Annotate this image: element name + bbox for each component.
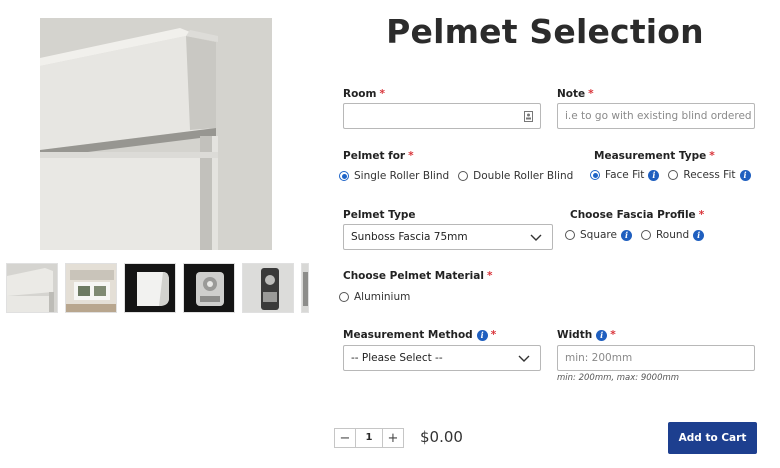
measurement-type-label: Measurement Type *	[594, 150, 715, 162]
pelmet-for-options: Single Roller Blind Double Roller Blind	[339, 170, 582, 182]
fascia-profile-label: Choose Fascia Profile *	[570, 209, 704, 221]
option-label: Aluminium	[354, 291, 411, 303]
measurement-method-label: Measurement Method i *	[343, 329, 496, 341]
thumbnail-3[interactable]	[124, 263, 176, 313]
required-mark: *	[610, 329, 616, 341]
required-mark: *	[379, 88, 385, 100]
radio-selected[interactable]	[339, 171, 349, 181]
width-hint: min: 200mm, max: 9000mm	[557, 373, 680, 383]
note-placeholder: i.e to go with existing blind ordered	[565, 110, 752, 122]
pelmet-material-option-aluminium[interactable]: Aluminium	[339, 291, 410, 303]
fascia-profile-option-square[interactable]: Square i	[565, 229, 632, 241]
width-input[interactable]: min: 200mm	[557, 345, 755, 371]
required-mark: *	[709, 150, 715, 162]
option-label: Round	[655, 229, 690, 241]
radio[interactable]	[640, 230, 651, 240]
measurement-type-label-text: Measurement Type	[594, 150, 707, 162]
required-mark: *	[588, 88, 594, 100]
room-label: Room *	[343, 88, 385, 100]
pelmet-type-value: Sunboss Fascia 75mm	[351, 231, 468, 243]
pelmet-material-options: Aluminium	[339, 291, 419, 303]
radio[interactable]	[668, 170, 679, 180]
info-icon[interactable]: i	[596, 329, 608, 341]
info-icon[interactable]: i	[648, 169, 660, 181]
measurement-type-option-face-fit[interactable]: Face Fit i	[590, 169, 660, 181]
decrement-button[interactable]: −	[335, 431, 355, 446]
quantity-stepper: − 1 +	[334, 428, 404, 448]
fascia-profile-label-text: Choose Fascia Profile	[570, 209, 696, 221]
note-label: Note *	[557, 88, 594, 100]
note-label-text: Note	[557, 88, 586, 100]
pelmet-material-label-text: Choose Pelmet Material	[343, 270, 484, 282]
required-mark: *	[486, 270, 493, 282]
measurement-type-options: Face Fit i Recess Fit i	[590, 169, 760, 181]
radio-selected[interactable]	[590, 170, 600, 180]
width-label-text: Width	[557, 329, 593, 341]
width-label: Width i *	[557, 329, 616, 341]
fascia-profile-option-round[interactable]: Round i	[640, 229, 705, 241]
pelmet-for-label: Pelmet for *	[343, 150, 414, 162]
pelmet-for-label-text: Pelmet for	[343, 150, 406, 162]
measurement-type-option-recess-fit[interactable]: Recess Fit i	[668, 169, 751, 181]
room-input[interactable]	[343, 103, 541, 129]
pelmet-material-label: Choose Pelmet Material *	[343, 270, 492, 282]
page-title: Pelmet Selection	[386, 12, 704, 51]
info-icon[interactable]: i	[739, 169, 751, 181]
pelmet-for-option-single[interactable]: Single Roller Blind	[339, 170, 449, 182]
price: $0.00	[420, 428, 463, 446]
increment-button[interactable]: +	[383, 431, 403, 446]
contact-card-icon	[524, 111, 533, 125]
room-label-text: Room	[343, 88, 377, 100]
thumbnail-2[interactable]	[65, 263, 117, 313]
option-label: Recess Fit	[683, 169, 736, 181]
pelmet-for-option-double[interactable]: Double Roller Blind	[458, 170, 573, 182]
measurement-method-value: -- Please Select --	[351, 352, 443, 364]
required-mark: *	[490, 329, 497, 341]
thumbnail-1[interactable]	[6, 263, 58, 313]
radio[interactable]	[339, 292, 349, 302]
thumbnail-4[interactable]	[183, 263, 235, 313]
width-placeholder: min: 200mm	[565, 352, 633, 364]
measurement-method-select[interactable]: -- Please Select --	[343, 345, 541, 371]
option-label: Face Fit	[605, 169, 645, 181]
fascia-profile-options: Square i Round i	[565, 229, 713, 241]
info-icon[interactable]: i	[476, 329, 488, 341]
product-main-image	[40, 18, 272, 250]
chevron-down-icon	[517, 351, 531, 368]
required-mark: *	[408, 150, 414, 162]
option-label: Single Roller Blind	[354, 170, 450, 182]
measurement-method-label-text: Measurement Method	[343, 329, 473, 341]
info-icon[interactable]: i	[693, 229, 705, 241]
pelmet-type-select[interactable]: Sunboss Fascia 75mm	[343, 224, 553, 250]
note-input[interactable]: i.e to go with existing blind ordered	[557, 103, 755, 129]
chevron-down-icon	[529, 230, 543, 247]
thumbnail-5[interactable]	[242, 263, 294, 313]
radio[interactable]	[565, 230, 575, 240]
thumbnail-6[interactable]	[301, 263, 309, 313]
info-icon[interactable]: i	[620, 229, 632, 241]
option-label: Double Roller Blind	[473, 170, 574, 182]
quantity-value[interactable]: 1	[355, 429, 383, 447]
radio[interactable]	[458, 171, 469, 181]
pelmet-type-label: Pelmet Type	[343, 209, 416, 221]
add-to-cart-button[interactable]: Add to Cart	[668, 422, 757, 454]
option-label: Square	[580, 229, 617, 241]
required-mark: *	[698, 209, 705, 221]
pelmet-type-label-text: Pelmet Type	[343, 209, 416, 221]
